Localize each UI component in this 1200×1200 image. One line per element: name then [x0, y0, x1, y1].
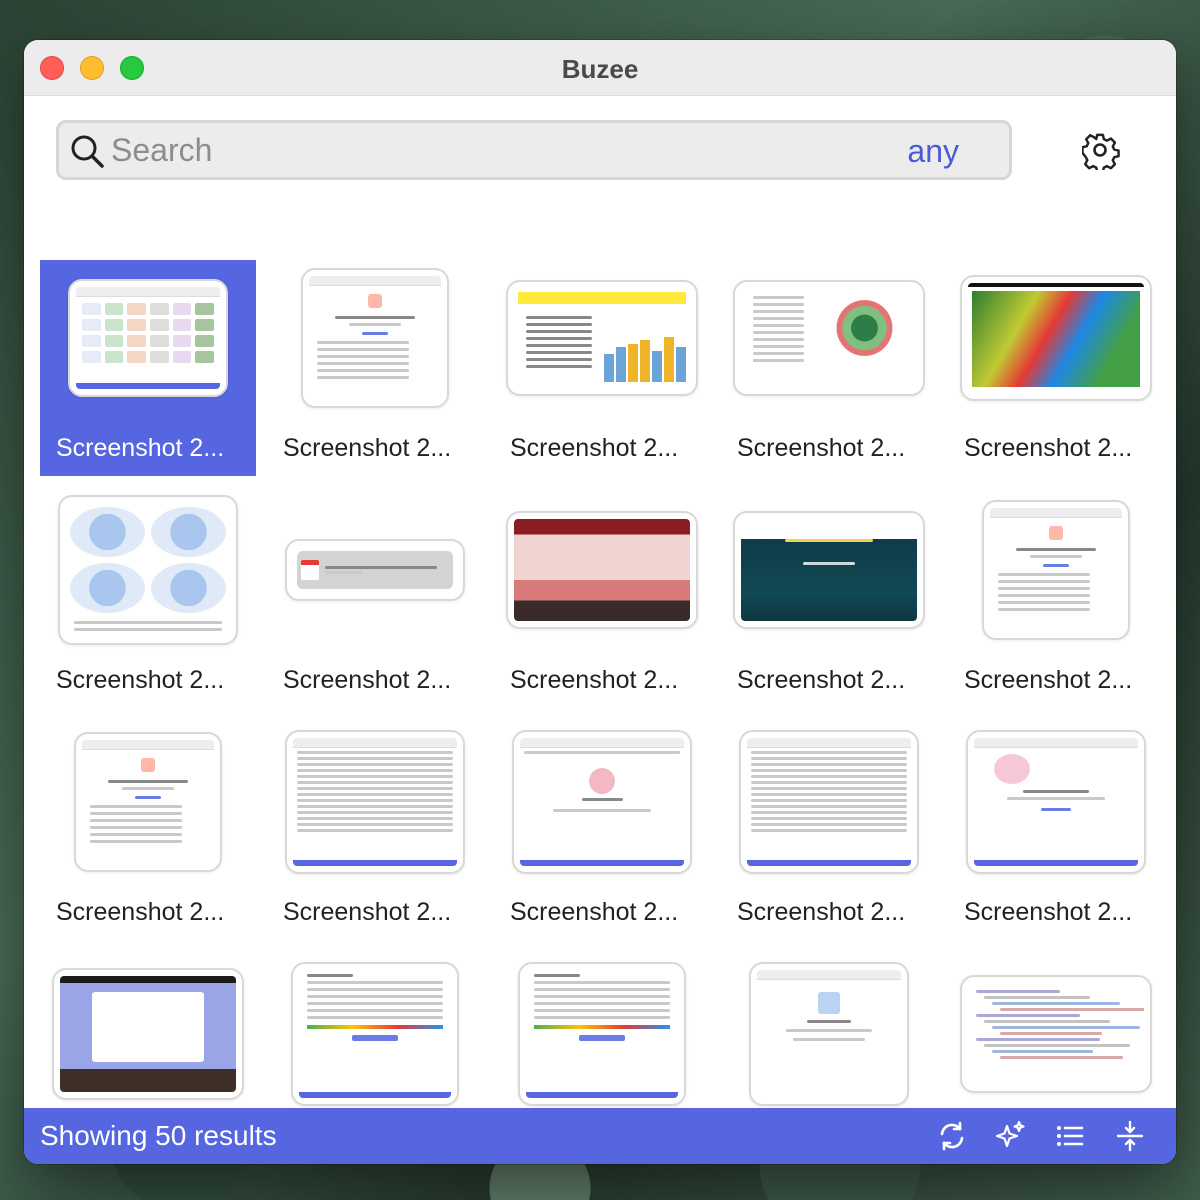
result-item[interactable]: Screenshot 2... — [40, 724, 256, 940]
status-bar: Showing 50 results — [24, 1108, 1176, 1164]
result-thumbnail — [982, 500, 1130, 640]
result-item[interactable]: Screenshot 2... — [494, 724, 710, 940]
thumbnail-preview — [293, 738, 457, 866]
result-thumbnail — [285, 730, 465, 874]
result-item[interactable]: Screenshot 2... — [494, 956, 710, 1110]
result-label: Screenshot 2... — [283, 898, 452, 926]
result-item[interactable]: Screenshot 2... — [948, 260, 1164, 476]
result-label: Screenshot 2... — [737, 898, 906, 926]
result-item[interactable]: Screenshot 2... — [267, 956, 483, 1110]
thumbnail-preview — [309, 276, 441, 400]
result-thumbnail — [301, 268, 449, 408]
result-item[interactable]: Screenshot 2... — [267, 260, 483, 476]
result-item[interactable]: Screenshot 2... — [494, 260, 710, 476]
thumbnail-preview — [514, 519, 690, 621]
result-item[interactable]: Screenshot 2... — [40, 956, 256, 1110]
results-count: Showing 50 results — [40, 1120, 277, 1151]
thumbnail-preview — [741, 519, 917, 621]
result-item[interactable]: Screenshot 2... — [948, 956, 1164, 1110]
result-item[interactable]: Screenshot 2... — [40, 260, 256, 476]
thumbnail-preview — [82, 740, 214, 864]
result-thumbnail — [291, 962, 459, 1106]
thumbnail-preview — [66, 503, 230, 637]
result-item[interactable]: Screenshot 2... — [267, 492, 483, 708]
result-thumbnail — [739, 730, 919, 874]
result-label: Screenshot 2... — [56, 666, 225, 694]
result-label: Screenshot 2... — [737, 666, 906, 694]
app-window: Buzee any Screenshot 2...Screenshot 2...… — [24, 40, 1176, 1164]
result-thumbnail — [506, 511, 698, 629]
result-label: Screenshot 2... — [56, 434, 225, 462]
window-title: Buzee — [561, 54, 639, 84]
result-label: Screenshot 2... — [283, 434, 452, 462]
search-filter-any[interactable]: any — [907, 133, 959, 170]
refresh-icon[interactable] — [936, 1120, 968, 1152]
thumbnail-preview — [968, 283, 1144, 393]
result-label: Screenshot 2... — [737, 434, 906, 462]
thumbnail-preview — [514, 288, 690, 388]
gear-icon[interactable] — [1082, 132, 1120, 170]
result-label: Screenshot 2... — [964, 434, 1133, 462]
result-label: Screenshot 2... — [964, 666, 1133, 694]
result-label: Screenshot 2... — [510, 898, 679, 926]
result-label: Screenshot 2... — [964, 898, 1133, 926]
result-thumbnail — [966, 730, 1146, 874]
thumbnail-preview — [293, 547, 457, 593]
result-item[interactable]: Screenshot 2... — [721, 724, 937, 940]
result-label: Screenshot 2... — [510, 434, 679, 462]
thumbnail-preview — [299, 970, 451, 1098]
result-label: Screenshot 2... — [283, 666, 452, 694]
thumbnail-preview — [76, 287, 220, 389]
result-thumbnail — [512, 730, 692, 874]
result-thumbnail — [733, 280, 925, 396]
result-thumbnail — [58, 495, 238, 645]
result-thumbnail — [733, 511, 925, 629]
result-item[interactable]: Screenshot 2... — [948, 492, 1164, 708]
result-label: Screenshot 2... — [510, 666, 679, 694]
thumbnail-preview — [526, 970, 678, 1098]
result-thumbnail — [285, 539, 465, 601]
title-bar: Buzee — [24, 40, 1176, 96]
result-item[interactable]: Screenshot 2... — [267, 724, 483, 940]
result-label: Screenshot 2... — [56, 898, 225, 926]
result-thumbnail — [960, 275, 1152, 401]
thumbnail-preview — [974, 738, 1138, 866]
result-item[interactable]: Screenshot 2... — [721, 956, 937, 1110]
result-item[interactable]: Screenshot 2... — [721, 260, 937, 476]
thumbnail-preview — [520, 738, 684, 866]
result-thumbnail — [749, 962, 909, 1106]
results-grid: Screenshot 2... Screenshot 2... Screenshot… — [40, 220, 1168, 1110]
result-thumbnail — [506, 280, 698, 396]
result-item[interactable]: Screenshot 2... — [40, 492, 256, 708]
thumbnail-preview — [747, 738, 911, 866]
result-thumbnail — [52, 968, 244, 1100]
result-item[interactable]: Screenshot 2... — [948, 724, 1164, 940]
result-thumbnail — [960, 975, 1152, 1093]
search-bar[interactable]: any — [56, 120, 1012, 180]
result-item[interactable]: Screenshot 2... — [494, 492, 710, 708]
result-thumbnail — [68, 279, 228, 397]
result-item[interactable]: Screenshot 2... — [721, 492, 937, 708]
search-input[interactable] — [111, 129, 891, 171]
result-thumbnail — [518, 962, 686, 1106]
list-view-icon[interactable] — [1054, 1120, 1086, 1152]
compact-icon[interactable] — [1114, 1120, 1146, 1152]
thumbnail-preview — [741, 288, 917, 388]
thumbnail-preview — [757, 970, 901, 1098]
thumbnail-preview — [968, 983, 1144, 1085]
search-icon — [71, 135, 104, 168]
thumbnail-preview — [990, 508, 1122, 632]
thumbnail-preview — [60, 976, 236, 1092]
result-thumbnail — [74, 732, 222, 872]
sparkle-icon[interactable] — [994, 1120, 1026, 1152]
